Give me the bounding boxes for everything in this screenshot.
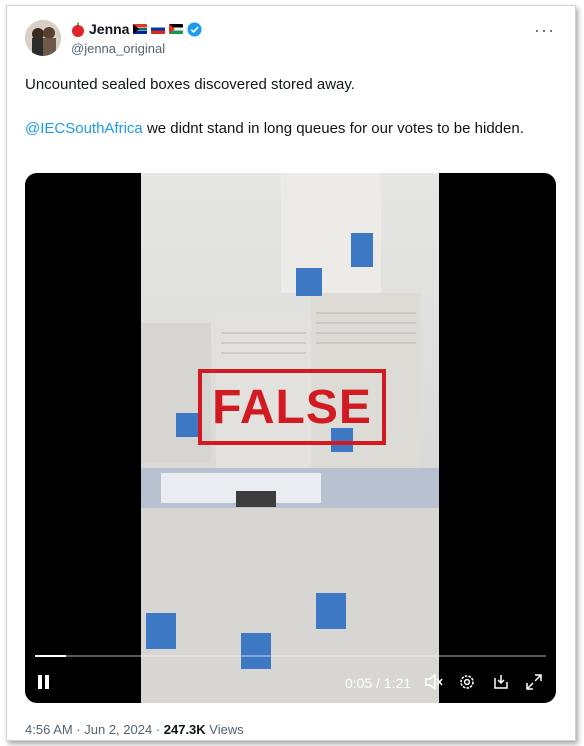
- mute-icon[interactable]: [425, 673, 443, 693]
- picture-in-picture-icon[interactable]: [492, 673, 510, 694]
- fullscreen-icon[interactable]: [525, 673, 543, 694]
- avatar-image: [25, 20, 61, 56]
- pause-icon[interactable]: [37, 674, 51, 693]
- tweet-text-line1: Uncounted sealed boxes discovered stored…: [25, 76, 355, 93]
- views-count: 247.3K: [163, 722, 206, 737]
- video-time: 0:05 / 1:21: [345, 675, 412, 691]
- mention-link[interactable]: @IECSouthAfrica: [25, 120, 143, 137]
- apple-icon: [72, 22, 84, 37]
- video-progress-fill: [35, 655, 66, 657]
- video-player[interactable]: FALSE 0:05 / 1:21: [25, 173, 556, 703]
- author-name-row[interactable]: Jenna: [71, 21, 202, 37]
- verified-badge-icon: [187, 21, 202, 37]
- avatar[interactable]: [25, 20, 61, 56]
- flag-south-africa-icon: [133, 24, 148, 34]
- flag-russia-icon: [151, 24, 166, 34]
- tweet-timestamp[interactable]: 4:56 AM · Jun 2, 2024 ·: [25, 722, 164, 737]
- views-label: Views: [205, 722, 244, 737]
- flag-palestine-icon: [169, 24, 184, 34]
- author-handle[interactable]: @jenna_original: [71, 41, 165, 56]
- false-stamp: FALSE: [198, 369, 386, 445]
- tweet-card: Jenna @jenna_original ··· Uncounted seal…: [6, 5, 576, 741]
- tweet-text-line2: @IECSouthAfrica we didnt stand in long q…: [25, 118, 545, 139]
- tweet-metadata: 4:56 AM · Jun 2, 2024 · 247.3K Views: [25, 722, 244, 737]
- tweet-text-continuation: we didnt stand in long queues for our vo…: [142, 120, 524, 137]
- display-name[interactable]: Jenna: [89, 21, 129, 37]
- more-options-icon[interactable]: ···: [534, 20, 555, 41]
- video-progress-bar[interactable]: [35, 655, 546, 657]
- settings-gear-icon[interactable]: [458, 673, 476, 694]
